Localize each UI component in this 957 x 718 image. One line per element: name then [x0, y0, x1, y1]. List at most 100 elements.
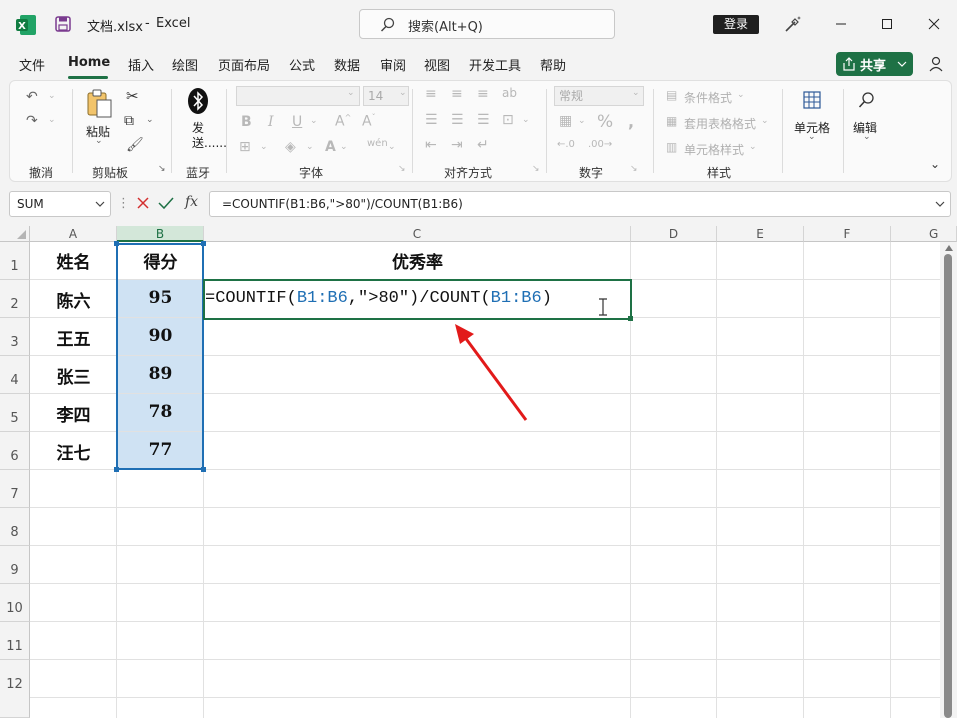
tab-insert[interactable]: 插入	[128, 55, 154, 74]
range-handle[interactable]	[114, 241, 119, 246]
range-handle[interactable]	[201, 241, 206, 246]
tab-draw[interactable]: 绘图	[172, 55, 198, 74]
row-header-5[interactable]: 5	[0, 394, 30, 432]
align-bottom-icon[interactable]: ≡	[477, 86, 489, 102]
copy-dropdown-icon[interactable]: ⌄	[146, 115, 154, 125]
select-all-corner[interactable]	[0, 226, 30, 242]
range-handle[interactable]	[201, 467, 206, 472]
tab-help[interactable]: 帮助	[540, 55, 566, 74]
row-header-11[interactable]: 11	[0, 622, 30, 660]
wrap-text-icon[interactable]: ↵	[477, 137, 489, 153]
tab-home[interactable]: Home	[68, 55, 110, 70]
cell-b3[interactable]: 90	[117, 326, 204, 346]
paste-dropdown-icon[interactable]: ⌄	[95, 136, 103, 146]
undo-dropdown-icon[interactable]: ⌄	[48, 91, 56, 101]
tab-page-layout[interactable]: 页面布局	[218, 55, 270, 74]
row-header-9[interactable]: 9	[0, 546, 30, 584]
worksheet-grid[interactable]: A B C D E F G 1 2 3 4 5 6 7 8 9 10 11 12…	[0, 226, 957, 718]
active-cell-c2[interactable]: =COUNTIF(B1:B6,">80")/COUNT(B1:B6)	[203, 279, 633, 321]
cell-a3[interactable]: 王五	[30, 325, 117, 350]
cancel-icon[interactable]	[136, 196, 150, 210]
paste-icon[interactable]	[86, 89, 114, 119]
copy-icon[interactable]: ⧉	[124, 113, 134, 129]
underline-icon[interactable]: U	[292, 114, 302, 130]
row-header-6[interactable]: 6	[0, 432, 30, 470]
expand-formula-icon[interactable]	[935, 201, 945, 209]
format-as-table-icon[interactable]: ▦	[666, 114, 677, 128]
cell-a2[interactable]: 陈六	[30, 287, 117, 312]
column-header-e[interactable]: E	[717, 226, 804, 242]
row-header-3[interactable]: 3	[0, 318, 30, 356]
align-left-icon[interactable]: ☰	[425, 112, 438, 128]
undo-icon[interactable]: ↶	[26, 89, 38, 105]
maximize-button[interactable]	[872, 10, 902, 38]
cell-b1[interactable]: 得分	[117, 248, 204, 273]
tab-developer[interactable]: 开发工具	[469, 55, 521, 74]
align-right-icon[interactable]: ☰	[477, 112, 490, 128]
search-box[interactable]: 搜索(Alt+Q)	[359, 9, 615, 39]
merge-center-icon[interactable]: ⊡	[502, 112, 514, 128]
align-middle-icon[interactable]: ≡	[451, 86, 463, 102]
font-color-icon[interactable]: A	[325, 139, 336, 155]
send-label[interactable]: 发送......	[192, 121, 227, 151]
italic-icon[interactable]: I	[268, 114, 274, 130]
cell-styles-icon[interactable]: ▥	[666, 140, 677, 154]
format-painter-icon[interactable]: 🖌	[126, 137, 144, 153]
cell-edit-formula[interactable]: =COUNTIF(B1:B6,">80")/COUNT(B1:B6)	[205, 289, 552, 308]
phonetic-guide-icon[interactable]: wén	[367, 138, 388, 149]
comma-style-icon[interactable]: ,	[628, 112, 634, 131]
font-launcher-icon[interactable]: ↘	[398, 164, 406, 174]
collapse-ribbon-icon[interactable]: ⌄	[930, 157, 940, 171]
accounting-format-icon[interactable]: ▦	[559, 113, 572, 129]
column-header-g[interactable]: G	[891, 226, 957, 242]
fill-color-icon[interactable]: ◈	[285, 139, 296, 155]
format-as-table-label[interactable]: 套用表格格式	[684, 115, 756, 132]
font-name-combo[interactable]	[236, 86, 360, 106]
cut-icon[interactable]: ✂	[126, 87, 139, 105]
column-header-a[interactable]: A	[30, 226, 117, 242]
scroll-up-icon[interactable]	[944, 244, 954, 252]
alignment-launcher-icon[interactable]: ↘	[532, 164, 540, 174]
align-center-icon[interactable]: ☰	[451, 112, 464, 128]
redo-dropdown-icon[interactable]: ⌄	[48, 115, 56, 125]
cell-b2[interactable]: 95	[117, 288, 204, 308]
decrease-indent-icon[interactable]: ⇤	[425, 137, 437, 153]
close-button[interactable]	[919, 10, 949, 38]
find-icon[interactable]	[858, 91, 876, 109]
align-top-icon[interactable]: ≡	[425, 86, 437, 102]
row-header-8[interactable]: 8	[0, 508, 30, 546]
cell-a4[interactable]: 张三	[30, 363, 117, 388]
increase-font-icon[interactable]: A^	[335, 113, 351, 130]
vertical-scrollbar[interactable]	[940, 242, 957, 718]
bold-icon[interactable]: B	[241, 114, 252, 130]
cell-a5[interactable]: 李四	[30, 401, 117, 426]
orientation-icon[interactable]: ab	[502, 86, 517, 100]
decrease-decimal-icon[interactable]: .00→	[588, 139, 612, 150]
column-header-f[interactable]: F	[804, 226, 891, 242]
cells-icon[interactable]	[803, 91, 821, 109]
cell-a1[interactable]: 姓名	[30, 248, 117, 273]
row-header-2[interactable]: 2	[0, 280, 30, 318]
designer-wand-icon[interactable]	[783, 14, 803, 34]
name-box[interactable]: SUM	[9, 191, 111, 217]
bluetooth-icon[interactable]	[187, 87, 209, 115]
comments-icon[interactable]	[927, 55, 945, 73]
cell-styles-label[interactable]: 单元格样式	[684, 141, 744, 158]
cell-b5[interactable]: 78	[117, 402, 204, 422]
tab-data[interactable]: 数据	[334, 55, 360, 74]
row-header-7[interactable]: 7	[0, 470, 30, 508]
cell-b4[interactable]: 89	[117, 364, 204, 384]
row-header-12[interactable]: 12	[0, 660, 30, 718]
minimize-button[interactable]	[826, 10, 856, 38]
cell-a6[interactable]: 汪七	[30, 439, 117, 464]
column-header-d[interactable]: D	[631, 226, 717, 242]
row-header-10[interactable]: 10	[0, 584, 30, 622]
tab-formulas[interactable]: 公式	[289, 55, 315, 74]
row-header-4[interactable]: 4	[0, 356, 30, 394]
tab-file[interactable]: 文件	[19, 55, 45, 74]
scrollbar-thumb[interactable]	[944, 254, 952, 718]
row-header-1[interactable]: 1	[0, 242, 30, 280]
column-header-c[interactable]: C	[204, 226, 631, 242]
enter-icon[interactable]	[158, 196, 174, 210]
cell-c1[interactable]: 优秀率	[204, 248, 631, 273]
